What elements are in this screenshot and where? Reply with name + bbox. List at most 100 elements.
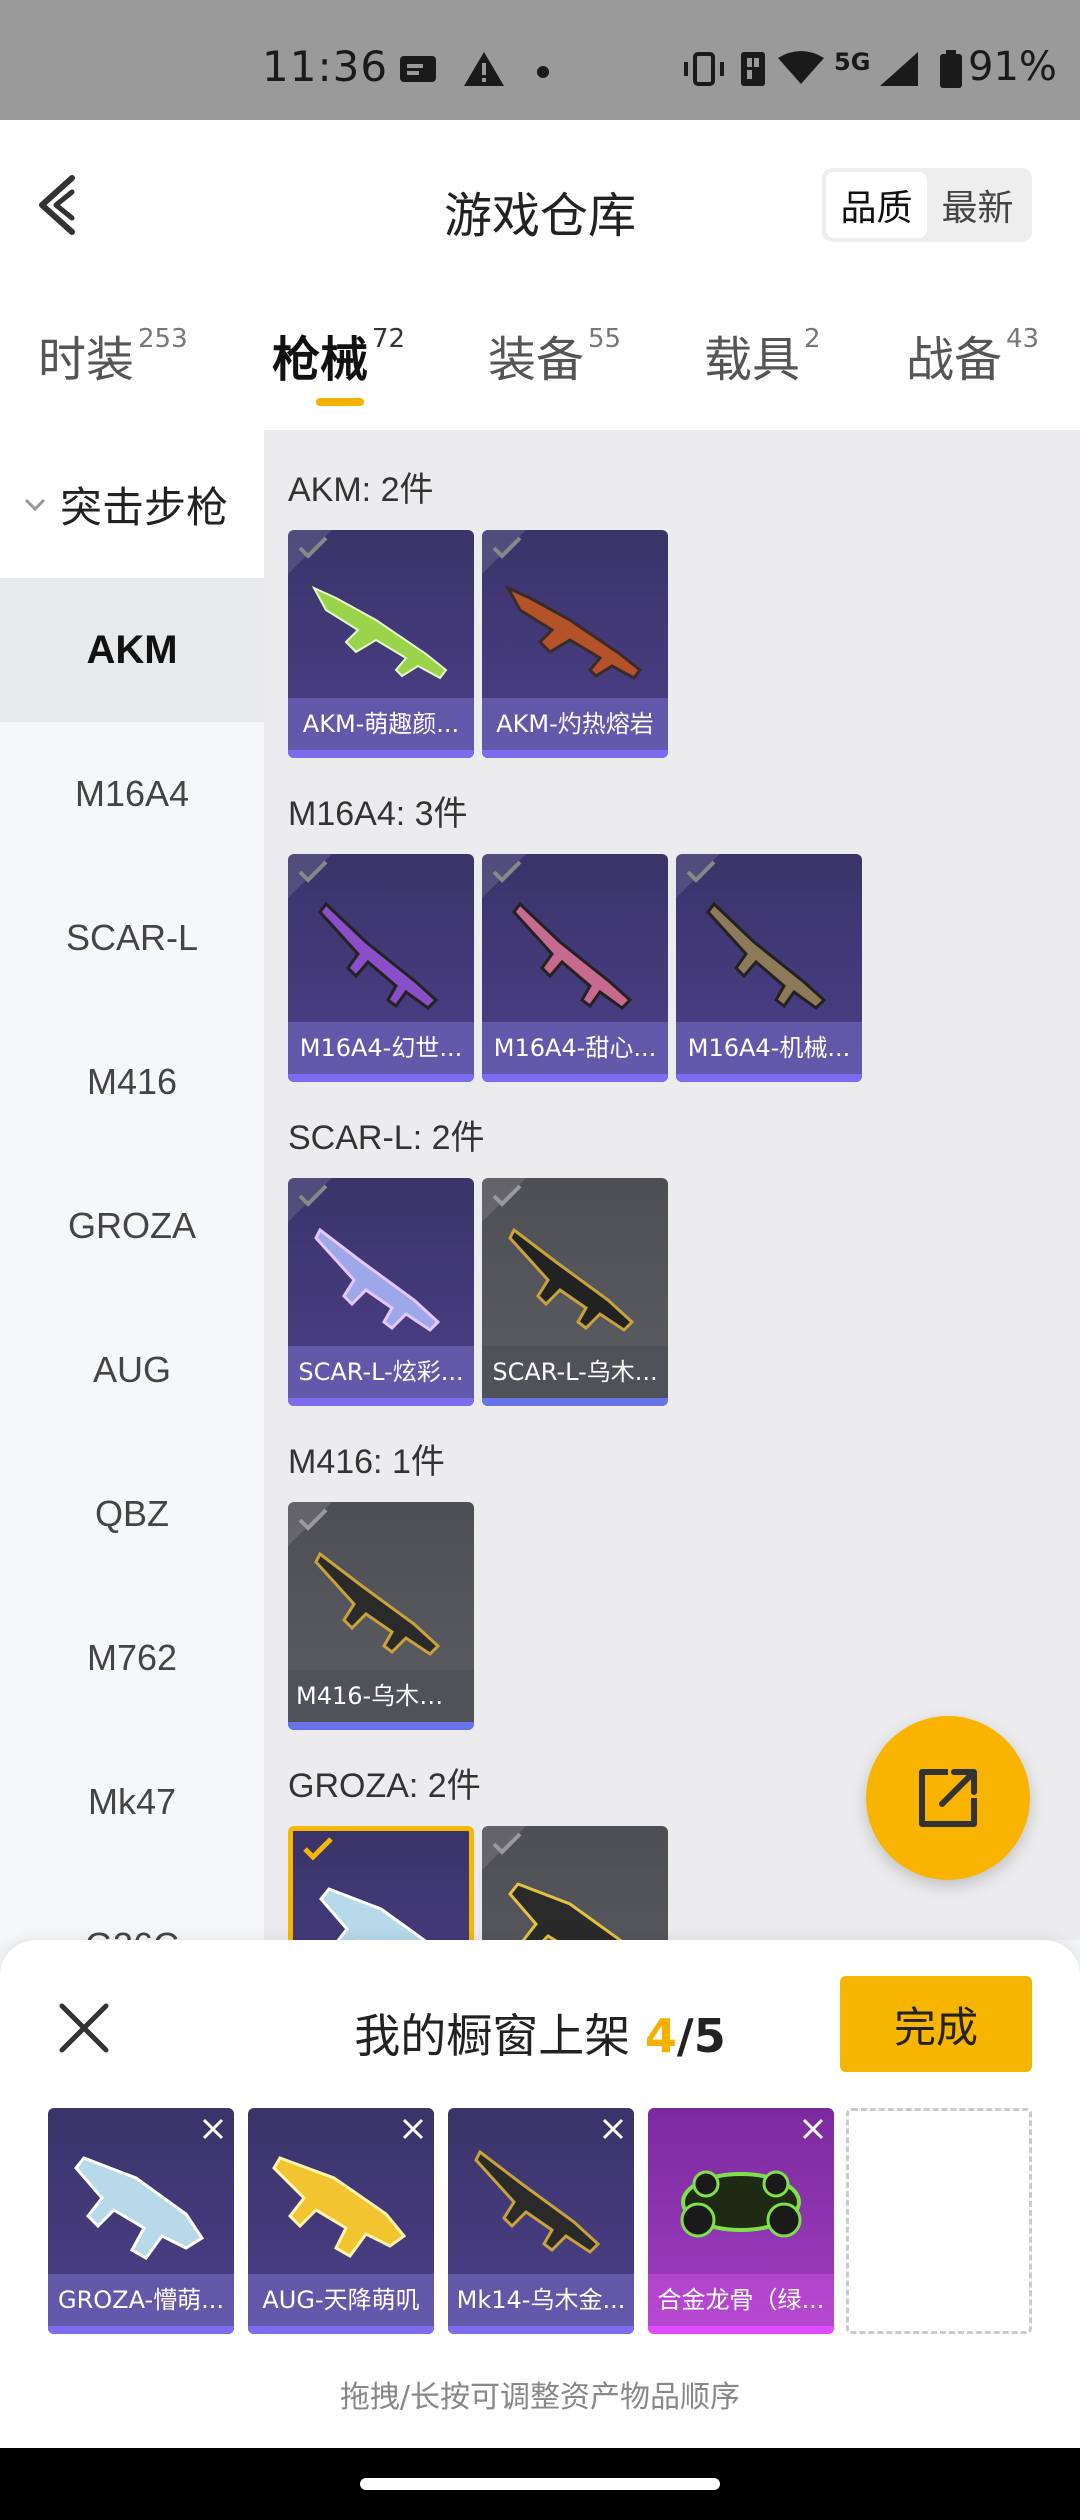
- rarity-bar: [48, 2326, 234, 2334]
- item-label: M16A4-机械...: [676, 1022, 862, 1074]
- rifle-icon: [508, 1227, 635, 1332]
- tab-fashion[interactable]: 时装 253: [38, 320, 188, 390]
- rifle-icon: [311, 585, 448, 680]
- section-title-m16a4: M16A4: 3件: [288, 795, 468, 833]
- item-label: SCAR-L-炫彩...: [288, 1346, 474, 1398]
- item-card[interactable]: AKM-萌趣颜...: [288, 530, 474, 758]
- rifle-icon: [319, 1887, 427, 1940]
- sim-icon: [741, 52, 765, 86]
- tab-supplies[interactable]: 战备 43: [906, 320, 1039, 390]
- rifle-icon: [504, 584, 643, 680]
- showcase-empty-slot[interactable]: [846, 2108, 1032, 2334]
- sidebar-group-label: 突击步枪: [60, 482, 229, 532]
- showcase-slot[interactable]: 合金龙骨（绿...: [648, 2108, 834, 2334]
- sidebar-item-m16a4[interactable]: M16A4: [0, 722, 264, 866]
- item-card[interactable]: M16A4-机械...: [676, 854, 862, 1082]
- weapon-sidebar: 突击步枪 AKM M16A4 SCAR-L M416 GROZA AUG QBZ…: [0, 430, 264, 1940]
- sidebar-item-aug[interactable]: AUG: [0, 1298, 264, 1442]
- item-label: M16A4-甜心...: [482, 1022, 668, 1074]
- vibrate-icon: [684, 52, 724, 86]
- dot-icon: [537, 66, 549, 78]
- rarity-bar: [482, 1074, 668, 1082]
- sidebar-group-assault-rifles[interactable]: 突击步枪: [0, 430, 264, 578]
- section-title-m416: M416: 1件: [288, 1443, 445, 1481]
- sort-quality-button[interactable]: 品质: [826, 172, 927, 238]
- rifle-icon: [314, 1227, 441, 1332]
- showcase-total: /5: [676, 2009, 726, 2063]
- item-card[interactable]: SCAR-L-炫彩...: [288, 1178, 474, 1406]
- item-card[interactable]: [482, 1826, 668, 1940]
- item-label: AKM-灼热熔岩: [482, 698, 668, 750]
- status-bar: 11:36 5G 91%: [0, 0, 1080, 120]
- showcase-count: 4: [644, 2009, 677, 2063]
- item-card[interactable]: M16A4-幻世...: [288, 854, 474, 1082]
- rifle-icon: [318, 901, 439, 1010]
- rarity-bar: [288, 1722, 474, 1730]
- message-icon: [400, 56, 436, 82]
- signal-icon: [880, 52, 918, 86]
- tab-count: 253: [138, 324, 188, 354]
- done-button[interactable]: 完成: [840, 1976, 1032, 2072]
- warning-icon: [464, 52, 504, 86]
- item-card[interactable]: M16A4-甜心...: [482, 854, 668, 1082]
- sidebar-item-g36c[interactable]: G36C: [0, 1874, 264, 1940]
- item-label: SCAR-L-乌木...: [482, 1346, 668, 1398]
- tab-label: 装备: [488, 332, 585, 388]
- slot-label: 合金龙骨（绿...: [648, 2274, 834, 2326]
- sidebar-item-mk47[interactable]: Mk47: [0, 1730, 264, 1874]
- sidebar-item-scar-l[interactable]: SCAR-L: [0, 866, 264, 1010]
- tab-vehicles[interactable]: 载具 2: [704, 320, 821, 390]
- tab-equipment[interactable]: 装备 55: [488, 320, 621, 390]
- sidebar-item-qbz[interactable]: QBZ: [0, 1442, 264, 1586]
- rifle-icon: [706, 901, 827, 1010]
- rifle-icon: [512, 901, 633, 1010]
- tab-count: 55: [588, 324, 622, 354]
- tab-count: 43: [1006, 324, 1040, 354]
- item-card[interactable]: M416-乌木金...: [288, 1502, 474, 1730]
- tab-label: 时装: [38, 332, 135, 388]
- sort-toggle: 品质 最新: [822, 168, 1032, 242]
- vehicle-icon: [680, 2170, 802, 2238]
- chevron-down-icon: [24, 498, 46, 512]
- rarity-bar: [448, 2326, 634, 2334]
- item-label: AKM-萌趣颜...: [288, 698, 474, 750]
- tab-label: 载具: [704, 332, 801, 388]
- status-time: 11:36: [262, 42, 389, 91]
- rifle-icon: [74, 2156, 205, 2260]
- showcase-slot[interactable]: Mk14-乌木金...: [448, 2108, 634, 2334]
- rifle-icon: [474, 2149, 601, 2254]
- showcase-sheet: 我的橱窗上架 4/5 完成 GROZA-懵萌... AUG-天降萌叽 Mk14-…: [0, 1940, 1080, 2448]
- rarity-bar: [648, 2326, 834, 2334]
- showcase-slot[interactable]: AUG-天降萌叽: [248, 2108, 434, 2334]
- sidebar-item-m416[interactable]: M416: [0, 1010, 264, 1154]
- rifle-icon: [508, 1882, 622, 1940]
- item-card-selected[interactable]: [288, 1826, 474, 1940]
- slot-label: GROZA-懵萌...: [48, 2274, 234, 2326]
- sidebar-item-m762[interactable]: M762: [0, 1586, 264, 1730]
- showcase-title-text: 我的橱窗上架: [354, 2009, 645, 2063]
- share-fab[interactable]: [866, 1716, 1030, 1880]
- tab-label: 战备: [906, 332, 1003, 388]
- reorder-hint: 拖拽/长按可调整资产物品顺序: [339, 2380, 741, 2415]
- tab-guns[interactable]: 枪械 72: [272, 320, 405, 390]
- item-card[interactable]: AKM-灼热熔岩: [482, 530, 668, 758]
- rarity-bar: [288, 1398, 474, 1406]
- showcase-slot[interactable]: GROZA-懵萌...: [48, 2108, 234, 2334]
- tab-count: 72: [372, 324, 406, 354]
- item-label: M416-乌木金...: [288, 1670, 474, 1722]
- section-title-scar-l: SCAR-L: 2件: [288, 1119, 485, 1157]
- system-nav-bar: [0, 2448, 1080, 2520]
- rifle-icon: [272, 2156, 407, 2258]
- active-tab-indicator: [316, 398, 364, 406]
- category-tabs: 时装 253 枪械 72 装备 55 载具 2 战备 43: [0, 290, 1080, 430]
- item-card[interactable]: SCAR-L-乌木...: [482, 1178, 668, 1406]
- sidebar-item-akm[interactable]: AKM: [0, 578, 264, 722]
- sort-latest-button[interactable]: 最新: [927, 172, 1028, 238]
- battery-percent: 91%: [968, 44, 1057, 90]
- home-gesture-bar[interactable]: [360, 2478, 720, 2490]
- slot-label: Mk14-乌木金...: [448, 2274, 634, 2326]
- sidebar-item-groza[interactable]: GROZA: [0, 1154, 264, 1298]
- rarity-bar: [676, 1074, 862, 1082]
- rifle-icon: [314, 1551, 441, 1656]
- section-title-akm: AKM: 2件: [288, 471, 434, 509]
